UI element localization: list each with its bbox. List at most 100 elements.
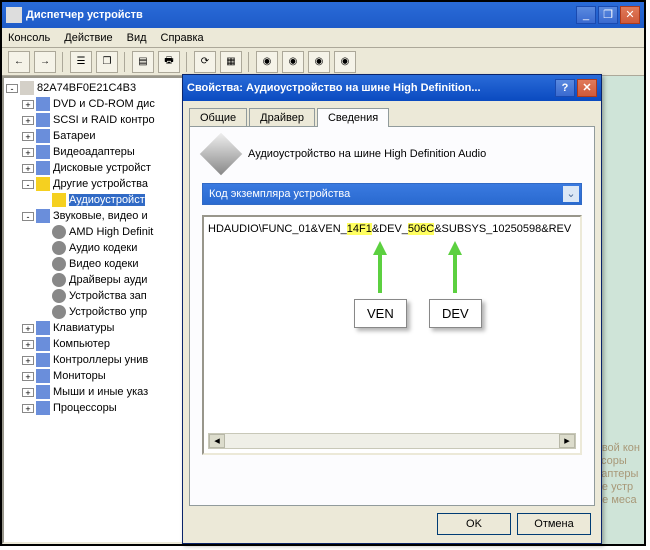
tab-general[interactable]: Общие <box>189 108 247 127</box>
horizontal-scrollbar[interactable]: ◂ ▸ <box>208 433 576 449</box>
tree-label: Видео кодеки <box>69 258 139 270</box>
main-title: Диспетчер устройств <box>26 9 574 21</box>
expander-icon[interactable]: + <box>22 340 34 349</box>
tb-7[interactable]: ◉ <box>256 51 278 73</box>
tree-item[interactable]: + DVD и CD-ROM дис <box>22 96 188 112</box>
tb-8[interactable]: ◉ <box>282 51 304 73</box>
device-icon <box>200 133 242 175</box>
tree-item[interactable]: Аудиоустройст <box>38 192 188 208</box>
category-icon <box>52 225 66 239</box>
tree-item[interactable]: +Процессоры <box>22 400 188 416</box>
menu-help[interactable]: Справка <box>161 32 204 44</box>
dialog-titlebar: Свойства: Аудиоустройство на шине High D… <box>183 75 601 101</box>
dev-annotation: DEV <box>429 241 482 328</box>
tree-item[interactable]: Драйверы ауди <box>38 272 188 288</box>
menu-view[interactable]: Вид <box>127 32 147 44</box>
expander-icon[interactable]: + <box>22 324 34 333</box>
tree-item[interactable]: + Видеоадаптеры <box>22 144 188 160</box>
dev-highlight: 506C <box>408 223 434 235</box>
tree-label: 82A74BF0E21C4B3 <box>37 82 136 94</box>
device-tree[interactable]: -82A74BF0E21C4B3+DVD и CD-ROM дис+SCSI и… <box>2 76 192 544</box>
cancel-button[interactable]: Отмена <box>517 513 591 535</box>
tab-panel: Аудиоустройство на шине High Definition … <box>189 126 595 506</box>
tree-item[interactable]: +Контроллеры унив <box>22 352 188 368</box>
tree-label: DVD и CD-ROM дис <box>53 98 155 110</box>
tree-label: Звуковые, видео и <box>53 210 148 222</box>
tree-label: Мыши и иные указ <box>53 386 148 398</box>
scroll-left-button[interactable]: ◂ <box>209 434 225 448</box>
ven-annotation: VEN <box>354 241 407 328</box>
tree-item[interactable]: +Клавиатуры <box>22 320 188 336</box>
category-icon <box>36 369 50 383</box>
tb-6[interactable]: ▦ <box>220 51 242 73</box>
tree-label: Мониторы <box>53 370 106 382</box>
tb-4[interactable]: 🖶 <box>158 51 180 73</box>
expander-icon[interactable]: - <box>22 212 34 221</box>
hardware-id: HDAUDIO\FUNC_01&VEN_14F1&DEV_506C&SUBSYS… <box>208 223 576 235</box>
tree-item[interactable]: - Звуковые, видео и <box>22 208 188 224</box>
category-icon <box>36 113 50 127</box>
category-icon <box>36 353 50 367</box>
category-icon <box>52 241 66 255</box>
minimize-button[interactable]: _ <box>576 6 596 24</box>
ok-button[interactable]: OK <box>437 513 511 535</box>
property-combo[interactable]: Код экземпляра устройства ⌄ <box>202 183 582 205</box>
tb-9[interactable]: ◉ <box>308 51 330 73</box>
expander-icon[interactable]: + <box>22 132 34 141</box>
maximize-button[interactable]: ❐ <box>598 6 618 24</box>
tree-item[interactable]: Видео кодеки <box>38 256 188 272</box>
tree-label: AMD High Definit <box>69 226 153 238</box>
tree-label: Устройство упр <box>69 306 147 318</box>
tree-label: Драйверы ауди <box>69 274 147 286</box>
expander-icon[interactable]: - <box>22 180 34 189</box>
dialog-close-button[interactable]: ✕ <box>577 79 597 97</box>
expander-icon[interactable]: + <box>22 100 34 109</box>
tree-item[interactable]: Аудио кодеки <box>38 240 188 256</box>
menu-console[interactable]: Консоль <box>8 32 50 44</box>
tree-item[interactable]: - 82A74BF0E21C4B3 <box>6 80 188 96</box>
category-icon <box>36 337 50 351</box>
properties-dialog: Свойства: Аудиоустройство на шине High D… <box>182 74 602 544</box>
category-icon <box>36 401 50 415</box>
expander-icon[interactable]: + <box>22 372 34 381</box>
tree-item[interactable]: Устройства зап <box>38 288 188 304</box>
expander-icon[interactable]: + <box>22 356 34 365</box>
tree-label: Видеоадаптеры <box>53 146 135 158</box>
tb-2[interactable]: ❐ <box>96 51 118 73</box>
main-titlebar: Диспетчер устройств _ ❐ ✕ <box>2 2 644 28</box>
tab-driver[interactable]: Драйвер <box>249 108 315 127</box>
category-icon <box>36 161 50 175</box>
expander-icon[interactable]: - <box>6 84 18 93</box>
tree-item[interactable]: Устройство упр <box>38 304 188 320</box>
tree-item[interactable]: +Дисковые устройст <box>22 160 188 176</box>
scroll-right-button[interactable]: ▸ <box>559 434 575 448</box>
category-icon <box>36 209 50 223</box>
tree-item[interactable]: + Мыши и иные указ <box>22 384 188 400</box>
tree-item[interactable]: + Мониторы <box>22 368 188 384</box>
expander-icon[interactable]: + <box>22 164 34 173</box>
expander-icon[interactable]: + <box>22 404 34 413</box>
expander-icon[interactable]: + <box>22 116 34 125</box>
tree-item[interactable]: +Компьютер <box>22 336 188 352</box>
tb-10[interactable]: ◉ <box>334 51 356 73</box>
value-listbox[interactable]: HDAUDIO\FUNC_01&VEN_14F1&DEV_506C&SUBSYS… <box>202 215 582 455</box>
menu-action[interactable]: Действие <box>64 32 112 44</box>
tb-3[interactable]: ▤ <box>132 51 154 73</box>
tb-1[interactable]: ☰ <box>70 51 92 73</box>
tree-item[interactable]: +Батареи <box>22 128 188 144</box>
expander-icon[interactable]: + <box>22 388 34 397</box>
back-button[interactable]: ← <box>8 51 30 73</box>
category-icon <box>36 177 50 191</box>
close-button[interactable]: ✕ <box>620 6 640 24</box>
expander-icon[interactable]: + <box>22 148 34 157</box>
tree-item[interactable]: AMD High Definit <box>38 224 188 240</box>
category-icon <box>36 129 50 143</box>
tree-item[interactable]: -Другие устройства <box>22 176 188 192</box>
fwd-button[interactable]: → <box>34 51 56 73</box>
tb-5[interactable]: ⟳ <box>194 51 216 73</box>
category-icon <box>52 273 66 287</box>
dialog-help-button[interactable]: ? <box>555 79 575 97</box>
tree-item[interactable]: +SCSI и RAID контро <box>22 112 188 128</box>
category-icon <box>52 193 66 207</box>
tab-details[interactable]: Сведения <box>317 108 389 127</box>
